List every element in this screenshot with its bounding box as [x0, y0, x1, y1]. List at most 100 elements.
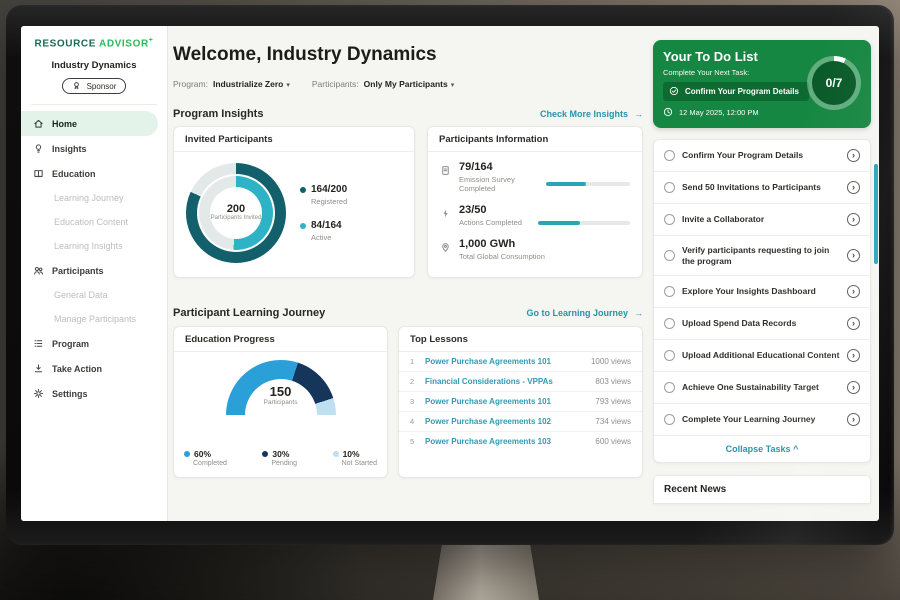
task-item[interactable]: Explore Your Insights Dashboard›: [654, 276, 870, 308]
task-item[interactable]: Confirm Your Program Details ›: [654, 140, 870, 172]
legend-value: 164/200: [311, 184, 347, 195]
participants-filter[interactable]: Participants:Only My Participants▾: [312, 79, 454, 89]
actions-progressbar: [538, 221, 630, 225]
top-lessons-card: Top Lessons 1 Power Purchase Agreements …: [398, 326, 643, 478]
next-task-time: 12 May 2025, 12:00 PM: [679, 108, 759, 117]
sidebar-item-label: Manage Participants: [54, 314, 136, 324]
sponsor-badge[interactable]: Sponsor: [62, 78, 126, 94]
legend-value: 30%: [272, 449, 289, 459]
check-more-insights-link[interactable]: Check More Insights→: [540, 109, 643, 119]
task-checkbox[interactable]: [664, 318, 675, 329]
lesson-row: 1 Power Purchase Agreements 101 1000 vie…: [399, 352, 642, 372]
recent-news-label: Recent News: [664, 484, 726, 495]
task-item[interactable]: Upload Additional Educational Content›: [654, 340, 870, 372]
chevron-right-icon[interactable]: ›: [847, 349, 860, 362]
go-to-learning-journey-link[interactable]: Go to Learning Journey→: [526, 308, 643, 318]
lesson-link[interactable]: Power Purchase Agreements 102: [425, 417, 551, 426]
chevron-right-icon[interactable]: ›: [847, 149, 860, 162]
lesson-row: 4 Power Purchase Agreements 102 734 view…: [399, 412, 642, 432]
task-checkbox[interactable]: [664, 382, 675, 393]
progress-fill: [546, 182, 587, 186]
clock-icon: [663, 107, 674, 118]
learning-journey-header: Participant Learning Journey Go to Learn…: [173, 307, 643, 319]
chevron-right-icon[interactable]: ›: [847, 317, 860, 330]
lesson-link[interactable]: Power Purchase Agreements 101: [425, 357, 551, 366]
sidebar-item-insights[interactable]: Insights: [21, 136, 167, 161]
sidebar-item-education-content[interactable]: Education Content: [21, 210, 167, 234]
donut-center-label: Participants Invited: [211, 215, 262, 222]
chevron-right-icon[interactable]: ›: [847, 413, 860, 426]
chevron-right-icon[interactable]: ›: [847, 213, 860, 226]
legend-item-registered: 164/200 Registered: [300, 184, 347, 206]
sidebar-item-learning-journey[interactable]: Learning Journey: [21, 186, 167, 210]
task-label: Achieve One Sustainability Target: [682, 382, 840, 393]
task-checkbox[interactable]: [664, 350, 675, 361]
chevron-right-icon[interactable]: ›: [847, 285, 860, 298]
sidebar-item-settings[interactable]: Settings: [21, 381, 167, 406]
sidebar-item-manage-participants[interactable]: Manage Participants: [21, 307, 167, 331]
info-row-emission-survey: 79/164 Emission Survey Completed: [440, 161, 630, 193]
sidebar-item-label: Take Action: [52, 364, 102, 374]
sidebar-item-label: Learning Insights: [54, 241, 123, 251]
task-item[interactable]: Send 50 Invitations to Participants›: [654, 172, 870, 204]
task-checkbox[interactable]: [664, 250, 675, 261]
participants-filter-value[interactable]: Only My Participants: [364, 79, 448, 89]
sidebar-item-label: Participants: [52, 266, 104, 276]
education-legend: 60% Completed 30% Pending 10% Not Starte…: [184, 449, 377, 467]
task-label: Complete Your Learning Journey: [682, 414, 840, 425]
todo-progress-value: 0/7: [812, 61, 856, 105]
legend-value: 60%: [194, 449, 211, 459]
chevron-right-icon[interactable]: ›: [847, 381, 860, 394]
task-item[interactable]: Complete Your Learning Journey ›: [654, 404, 870, 436]
task-checkbox[interactable]: [664, 286, 675, 297]
task-label: Confirm Your Program Details: [682, 150, 840, 161]
task-checkbox[interactable]: [664, 214, 675, 225]
task-checkbox[interactable]: [664, 182, 675, 193]
sidebar-item-label: General Data: [54, 290, 108, 300]
task-item[interactable]: Invite a Collaborator ›: [654, 204, 870, 236]
info-row-consumption: 1,000 GWh Total Global Consumption: [440, 238, 630, 261]
sidebar-item-take-action[interactable]: Take Action: [21, 356, 167, 381]
program-filter-label: Program:: [173, 79, 208, 89]
lightbulb-icon: [33, 143, 44, 154]
lesson-row: 5 Power Purchase Agreements 103 600 view…: [399, 432, 642, 451]
section-title: Program Insights: [173, 108, 263, 120]
chevron-right-icon[interactable]: ›: [847, 181, 860, 194]
dashboard-screen: RESOURCE ADVISOR+ Industry Dynamics Spon…: [21, 26, 879, 521]
task-item[interactable]: Verify participants requesting to join t…: [654, 236, 870, 276]
info-label: Total Global Consumption: [459, 252, 545, 261]
legend-item-not-started: 10% Not Started: [333, 449, 377, 467]
sidebar-item-label: Education Content: [54, 217, 128, 227]
collapse-tasks-button[interactable]: Collapse Tasks ^: [654, 436, 870, 462]
main-content: Welcome, Industry Dynamics Program:Indus…: [169, 26, 653, 521]
gauge-center: 150 Participants: [226, 384, 336, 406]
recent-news-header[interactable]: Recent News: [653, 475, 871, 504]
task-checkbox[interactable]: [664, 150, 675, 161]
task-label: Invite a Collaborator: [682, 214, 840, 225]
logo-resource: RESOURCE: [35, 38, 96, 49]
lesson-rank: 1: [410, 357, 418, 366]
program-filter[interactable]: Program:Industrialize Zero▾: [173, 79, 290, 89]
info-value: 1,000 GWh: [459, 238, 630, 250]
todo-header-card: Your To Do List Complete Your Next Task:…: [653, 40, 871, 128]
task-item[interactable]: Achieve One Sustainability Target ›: [654, 372, 870, 404]
lesson-link[interactable]: Power Purchase Agreements 101: [425, 397, 551, 406]
lesson-link[interactable]: Financial Considerations - VPPAs: [425, 377, 553, 386]
program-filter-value[interactable]: Industrialize Zero: [213, 79, 283, 89]
sidebar-item-participants[interactable]: Participants: [21, 258, 167, 283]
medal-icon: [72, 81, 83, 92]
legend-dot-lightblue: [333, 451, 339, 457]
sidebar-item-program[interactable]: Program: [21, 331, 167, 356]
logo-plus: +: [149, 37, 154, 44]
sidebar-item-education[interactable]: Education: [21, 161, 167, 186]
task-checkbox[interactable]: [664, 414, 675, 425]
sidebar-item-learning-insights[interactable]: Learning Insights: [21, 234, 167, 258]
next-task-row[interactable]: Confirm Your Program Details: [663, 82, 809, 101]
chevron-right-icon[interactable]: ›: [847, 249, 860, 262]
task-item[interactable]: Upload Spend Data Records›: [654, 308, 870, 340]
education-progress-card: Education Progress 150 Participants 60% …: [173, 326, 388, 478]
scrollbar-thumb[interactable]: [874, 164, 878, 264]
sidebar-item-home[interactable]: Home: [21, 111, 158, 136]
sidebar-item-general-data[interactable]: General Data: [21, 283, 167, 307]
lesson-link[interactable]: Power Purchase Agreements 103: [425, 437, 551, 446]
